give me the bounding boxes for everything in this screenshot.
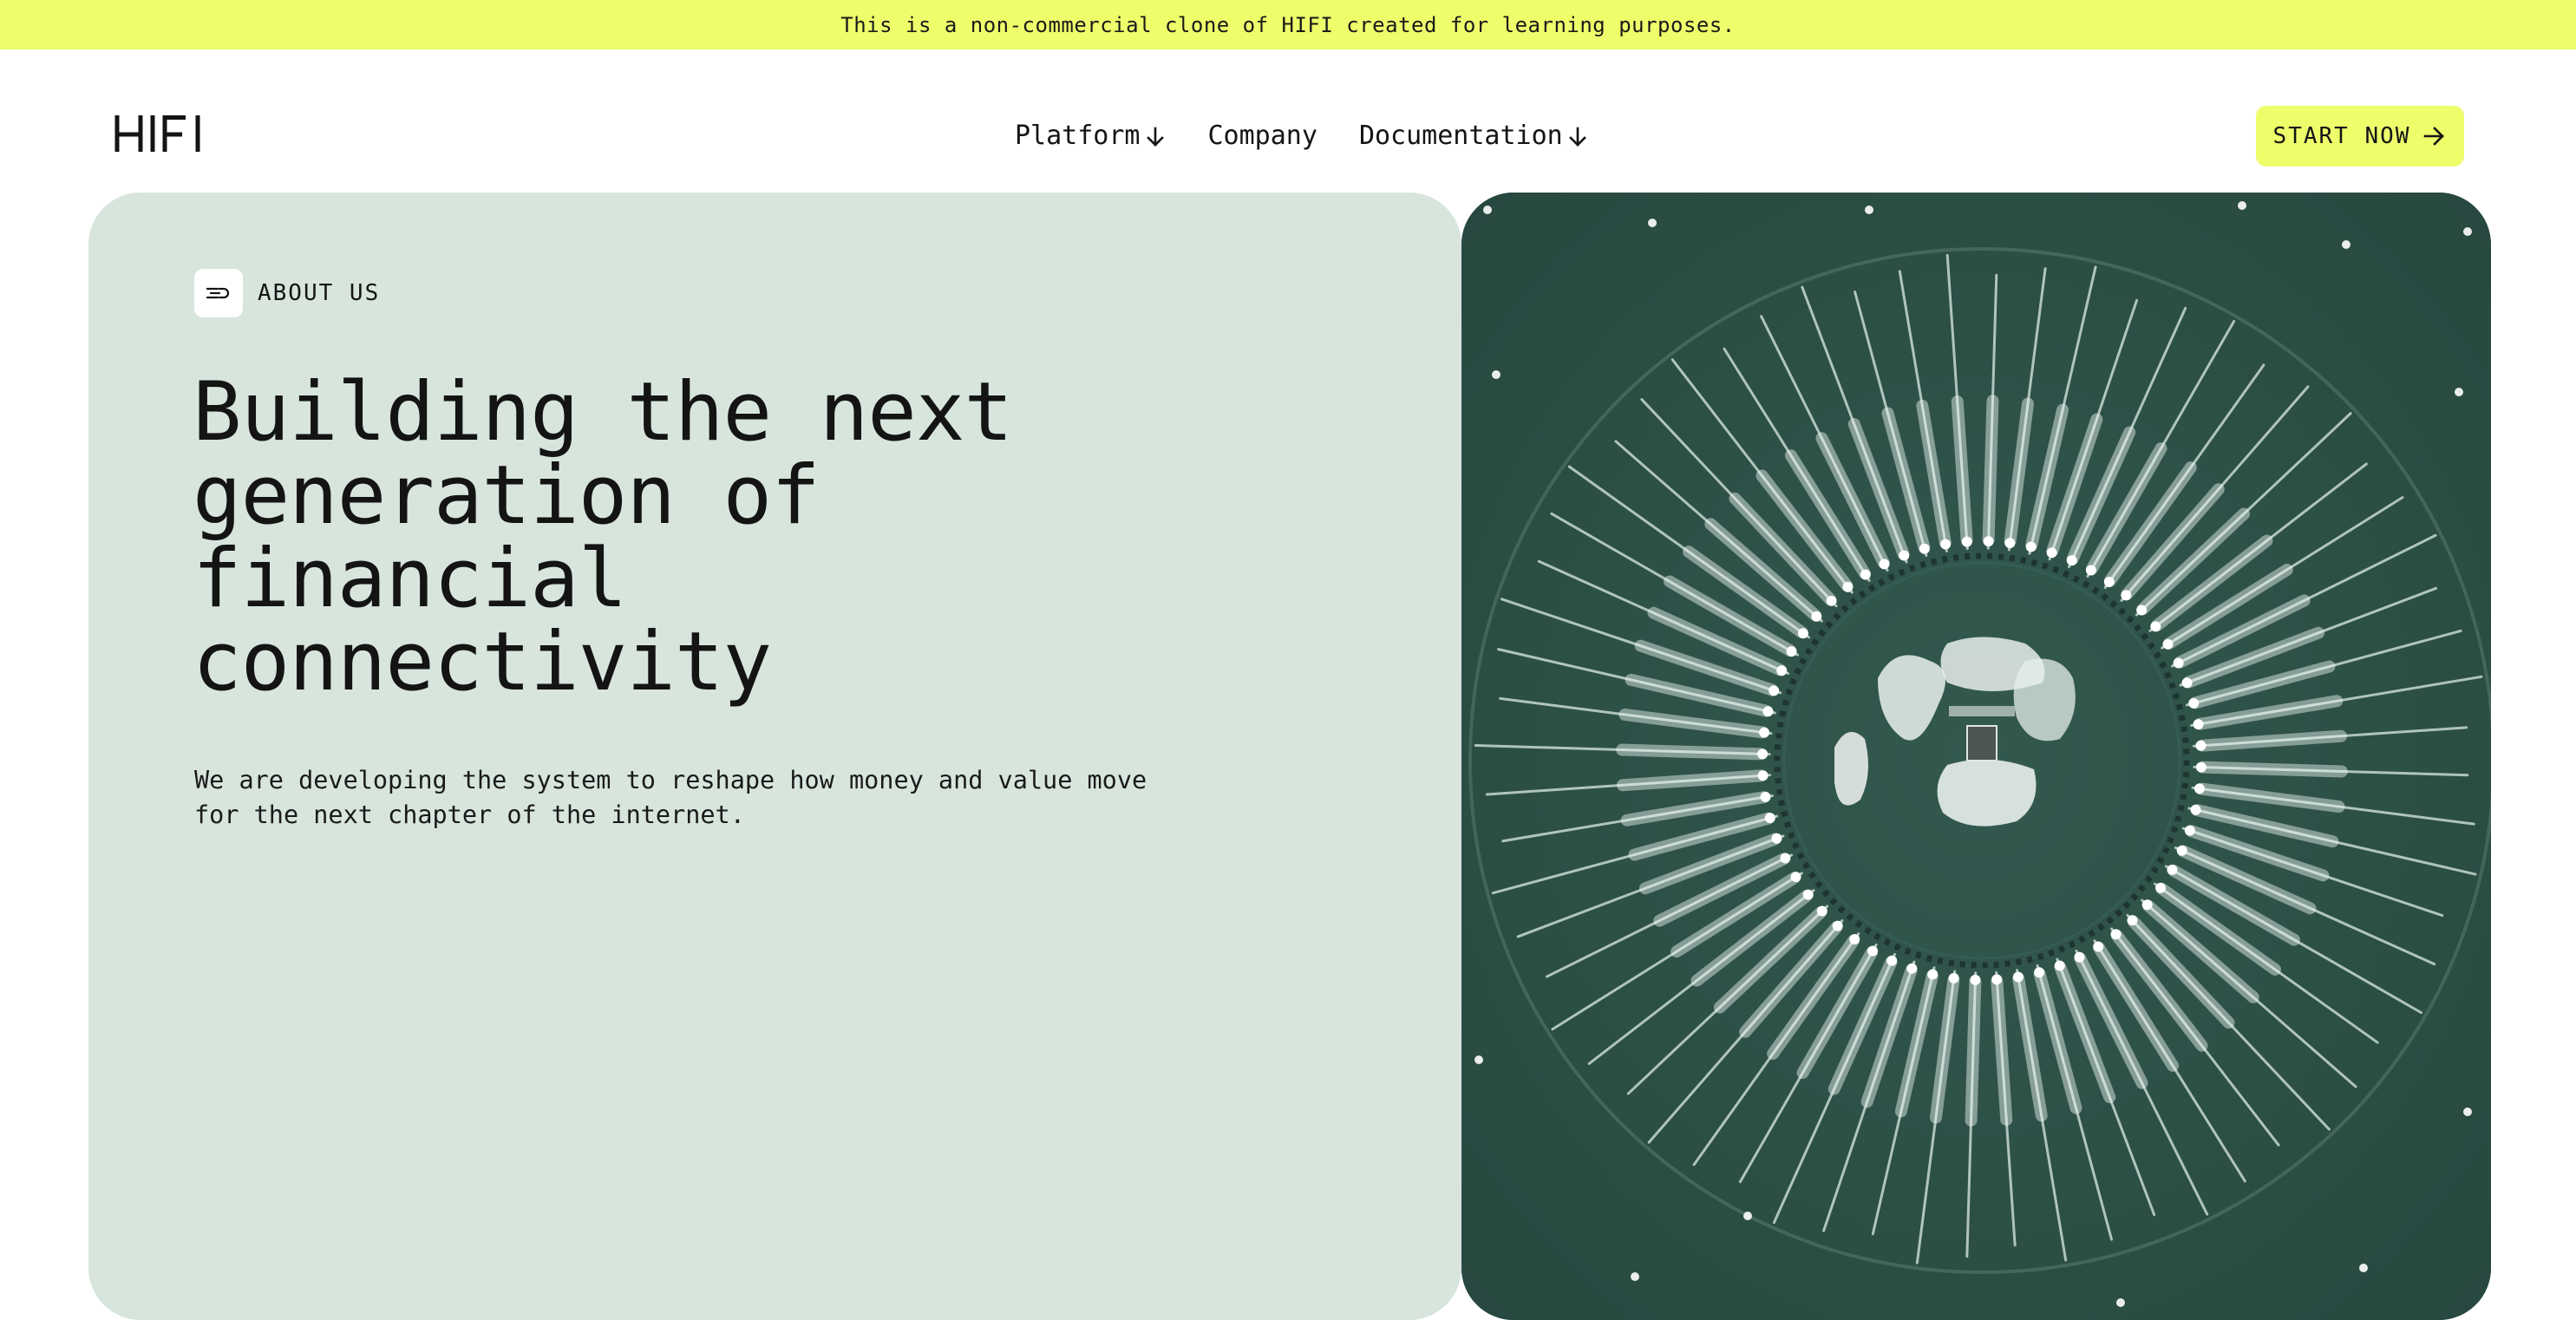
start-now-label: START NOW xyxy=(2272,123,2411,149)
arrow-right-icon xyxy=(2424,127,2445,146)
banner-text: This is a non-commercial clone of HIFI c… xyxy=(840,12,1736,37)
headline-line: Building the next xyxy=(193,365,1013,460)
headline-line: generation of xyxy=(193,448,821,543)
speed-lines-icon xyxy=(194,269,243,317)
section-tag-label: ABOUT US xyxy=(258,280,381,306)
hifi-logo-mark xyxy=(114,115,200,152)
headline-line: connectivity xyxy=(193,615,772,709)
hero-description: We are developing the system to reshape … xyxy=(194,763,1200,833)
arrow-down-icon xyxy=(1146,127,1164,147)
hero-image xyxy=(1461,193,2491,1320)
nav-item-label: Documentation xyxy=(1358,121,1563,151)
nav-item-label: Company xyxy=(1207,121,1317,151)
hero-headline: Building the next generation of financia… xyxy=(193,371,1233,704)
nav-item-documentation[interactable]: Documentation xyxy=(1359,121,1589,151)
announcement-banner: This is a non-commercial clone of HIFI c… xyxy=(0,0,2576,49)
headline-line: financial xyxy=(193,532,627,626)
start-now-button[interactable]: START NOW xyxy=(2256,106,2464,167)
primary-nav: Platform Company Documentation xyxy=(1015,121,1589,151)
nav-item-label: Platform xyxy=(1015,121,1141,151)
description-line: We are developing the system to reshape … xyxy=(194,766,1147,794)
arrow-down-icon xyxy=(1568,127,1586,147)
hifi-logo[interactable] xyxy=(114,115,205,152)
aerial-radial-boats-image xyxy=(1461,193,2491,1320)
site-header: Platform Company Documentation START NOW xyxy=(0,49,2576,193)
description-line: for the next chapter of the internet. xyxy=(194,800,745,829)
nav-item-company[interactable]: Company xyxy=(1208,121,1317,151)
hero-text-panel xyxy=(88,193,1461,1320)
section-tag: ABOUT US xyxy=(194,269,380,317)
nav-item-platform[interactable]: Platform xyxy=(1015,121,1167,151)
